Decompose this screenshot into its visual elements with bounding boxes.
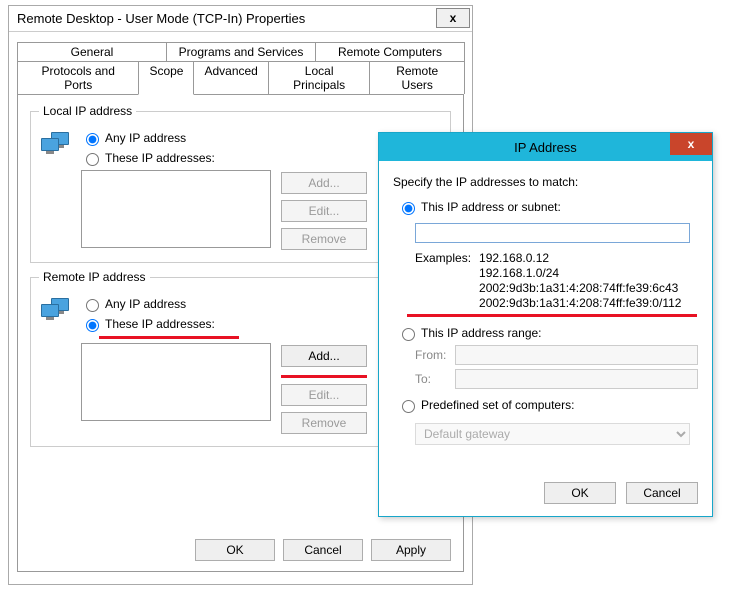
radio-remote-any-label: Any IP address bbox=[105, 297, 186, 311]
tab-advanced[interactable]: Advanced bbox=[193, 61, 268, 94]
ok-button[interactable]: OK bbox=[195, 539, 275, 561]
range-from-input[interactable] bbox=[455, 345, 698, 365]
remote-remove-button[interactable]: Remove bbox=[281, 412, 367, 434]
tab-remote-users[interactable]: Remote Users bbox=[369, 61, 465, 94]
ip-dialog-titlebar: IP Address x bbox=[379, 133, 712, 161]
ip-dialog-close-button[interactable]: x bbox=[670, 133, 712, 155]
ip-cancel-button[interactable]: Cancel bbox=[626, 482, 698, 504]
group-remote-legend: Remote IP address bbox=[39, 270, 150, 284]
example-value: 192.168.1.0/24 bbox=[479, 266, 681, 281]
examples-block: Examples: 192.168.0.12 192.168.1.0/24 20… bbox=[415, 251, 698, 311]
tab-protocols-ports[interactable]: Protocols and Ports bbox=[17, 61, 139, 94]
remote-ip-list[interactable] bbox=[81, 343, 271, 421]
radio-remote-these[interactable] bbox=[86, 319, 99, 332]
tab-scope[interactable]: Scope bbox=[138, 61, 194, 95]
example-value: 2002:9d3b:1a31:4:208:74ff:fe39:0/112 bbox=[479, 296, 681, 311]
local-ip-list[interactable] bbox=[81, 170, 271, 248]
example-value: 2002:9d3b:1a31:4:208:74ff:fe39:6c43 bbox=[479, 281, 681, 296]
radio-range[interactable] bbox=[402, 328, 415, 341]
radio-range-label: This IP address range: bbox=[421, 326, 542, 340]
tab-row-1: General Programs and Services Remote Com… bbox=[17, 42, 464, 61]
subnet-input[interactable] bbox=[415, 223, 690, 243]
local-edit-button[interactable]: Edit... bbox=[281, 200, 367, 222]
computers-icon bbox=[41, 132, 69, 160]
remote-add-button[interactable]: Add... bbox=[281, 345, 367, 367]
apply-button[interactable]: Apply bbox=[371, 539, 451, 561]
to-label: To: bbox=[415, 372, 455, 386]
properties-title: Remote Desktop - User Mode (TCP-In) Prop… bbox=[17, 11, 305, 26]
radio-predefined-label: Predefined set of computers: bbox=[421, 398, 574, 412]
range-to-input[interactable] bbox=[455, 369, 698, 389]
ip-address-dialog: IP Address x Specify the IP addresses to… bbox=[378, 132, 713, 517]
example-value: 192.168.0.12 bbox=[479, 251, 681, 266]
highlight-these-ip bbox=[99, 336, 239, 339]
predefined-select[interactable]: Default gateway bbox=[415, 423, 690, 445]
ip-dialog-hint: Specify the IP addresses to match: bbox=[393, 175, 698, 189]
tab-local-principals[interactable]: Local Principals bbox=[268, 61, 371, 94]
radio-local-any-label: Any IP address bbox=[105, 131, 186, 145]
radio-remote-any[interactable] bbox=[86, 299, 99, 312]
local-remove-button[interactable]: Remove bbox=[281, 228, 367, 250]
radio-subnet[interactable] bbox=[402, 202, 415, 215]
radio-predefined[interactable] bbox=[402, 400, 415, 413]
local-add-button[interactable]: Add... bbox=[281, 172, 367, 194]
dialog-button-bar: OK Cancel Apply bbox=[195, 539, 451, 561]
ip-dialog-body: Specify the IP addresses to match: This … bbox=[379, 161, 712, 457]
tab-programs-services[interactable]: Programs and Services bbox=[166, 42, 316, 61]
radio-remote-these-label: These IP addresses: bbox=[105, 317, 215, 331]
remote-edit-button[interactable]: Edit... bbox=[281, 384, 367, 406]
radio-local-any[interactable] bbox=[86, 133, 99, 146]
radio-local-these-label: These IP addresses: bbox=[105, 151, 215, 165]
close-button[interactable]: x bbox=[436, 8, 470, 28]
radio-local-these[interactable] bbox=[86, 153, 99, 166]
properties-titlebar: Remote Desktop - User Mode (TCP-In) Prop… bbox=[9, 6, 472, 32]
group-local-legend: Local IP address bbox=[39, 104, 136, 118]
highlight-examples bbox=[407, 314, 697, 317]
ip-dialog-title: IP Address bbox=[514, 140, 577, 155]
tab-remote-computers[interactable]: Remote Computers bbox=[315, 42, 465, 61]
cancel-button[interactable]: Cancel bbox=[283, 539, 363, 561]
radio-subnet-label: This IP address or subnet: bbox=[421, 200, 561, 214]
tab-row-2: Protocols and Ports Scope Advanced Local… bbox=[17, 61, 464, 94]
from-label: From: bbox=[415, 348, 455, 362]
computers-icon bbox=[41, 298, 69, 326]
ip-ok-button[interactable]: OK bbox=[544, 482, 616, 504]
highlight-add-button bbox=[281, 375, 367, 378]
tab-general[interactable]: General bbox=[17, 42, 167, 61]
examples-label: Examples: bbox=[415, 251, 471, 311]
